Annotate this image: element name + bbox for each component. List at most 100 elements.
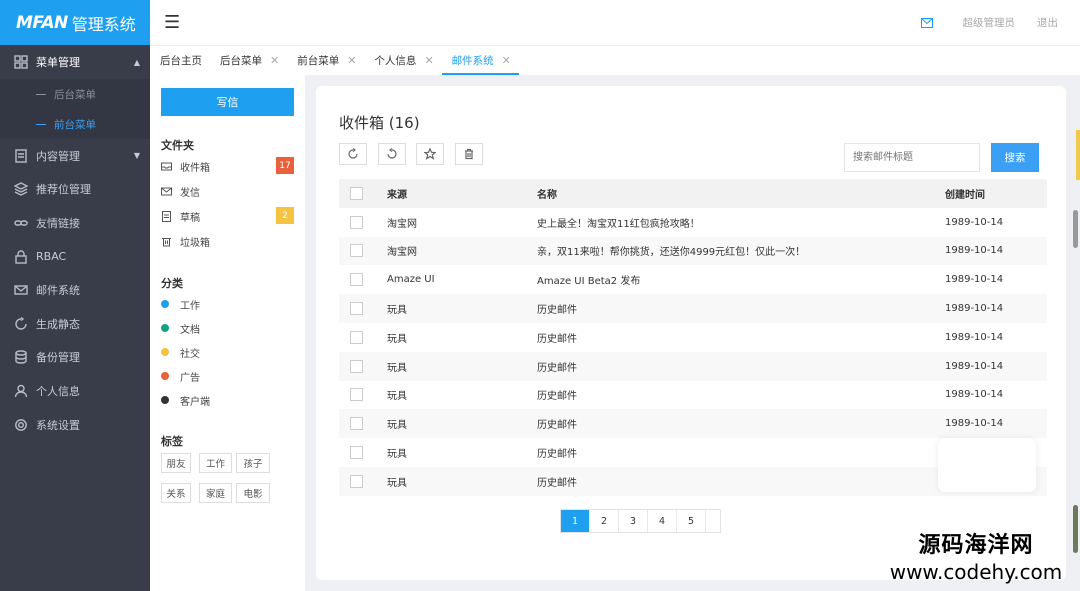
sidebar-item[interactable]: 邮件系统 [0, 273, 150, 307]
table-row[interactable]: 淘宝网 亲，双11来啦！帮你挑货，还送你4999元红包！仅此一次！ 1989-10-… [339, 236, 1047, 266]
sidebar-item[interactable]: 备份管理 [0, 341, 150, 375]
tab[interactable]: 后台主页 [150, 46, 210, 75]
cell-name[interactable]: 历史邮件 [537, 445, 577, 460]
cell-source: 淘宝网 [387, 247, 417, 259]
tag-chip[interactable]: 电影 [236, 483, 270, 503]
sidebar-item[interactable]: 菜单管理 ▲ [0, 45, 150, 79]
table-header: 来源 名称 创建时间 [339, 179, 1047, 208]
table-row[interactable]: 玩具 历史邮件 1989-10-14 [339, 294, 1047, 323]
scrollbar-thumb[interactable] [1073, 210, 1078, 248]
tab-label: 后台主页 [160, 55, 202, 67]
refresh-button[interactable] [339, 143, 367, 165]
cell-name[interactable]: 历史邮件 [537, 330, 577, 345]
submenu-item[interactable]: 后台菜单 [0, 79, 150, 109]
cell-name[interactable]: 历史邮件 [537, 416, 577, 431]
page-button[interactable]: 3 [619, 510, 648, 532]
tag-chip[interactable]: 工作 [199, 453, 232, 473]
sidebar-item-label: 菜单管理 [36, 56, 80, 69]
layers-icon [14, 182, 28, 197]
row-checkbox[interactable] [350, 215, 363, 229]
close-icon[interactable]: ✕ [502, 54, 511, 67]
sidebar-item[interactable]: 系统设置 [0, 408, 150, 442]
category-item[interactable]: 广告 [161, 367, 200, 385]
row-checkbox[interactable] [350, 417, 363, 431]
brand[interactable]: MFAN 管理系统 [0, 0, 150, 45]
table-row[interactable]: 玩具 历史邮件 1989-10-14 [339, 381, 1047, 410]
row-checkbox[interactable] [350, 330, 363, 344]
folder-item[interactable]: 垃圾箱 [161, 231, 294, 251]
cell-date: 1989-10-14 [945, 274, 1004, 286]
cell-name[interactable]: 历史邮件 [537, 301, 577, 316]
tab[interactable]: 后台菜单 ✕ [210, 46, 287, 75]
row-checkbox[interactable] [350, 302, 363, 316]
submenu-item[interactable]: 前台菜单 [0, 109, 150, 139]
mail-icon[interactable] [920, 17, 933, 28]
folder-item[interactable]: 草稿 2 [161, 206, 294, 226]
category-item[interactable]: 工作 [161, 295, 200, 313]
page-button[interactable]: 1 [561, 510, 590, 532]
cell-name[interactable]: 历史邮件 [537, 474, 577, 489]
category-label: 文档 [180, 324, 200, 336]
logout-link[interactable]: 退出 [1037, 15, 1058, 30]
row-checkbox[interactable] [350, 244, 363, 258]
compose-button[interactable]: 写信 [161, 88, 294, 116]
table-row[interactable]: 玩具 历史邮件 1989-10-14 [339, 351, 1047, 381]
dot-icon [161, 300, 169, 308]
table-row[interactable]: 玩具 历史邮件 1989-10-14 [339, 409, 1047, 439]
column-name: 名称 [537, 189, 557, 201]
table-row[interactable]: 淘宝网 史上最全！淘宝双11红包疯抢攻略！ 1989-10-14 [339, 208, 1047, 237]
tab-label: 后台菜单 [220, 55, 262, 67]
reload-button[interactable] [378, 143, 406, 165]
user-link[interactable]: 超级管理员 [963, 15, 1016, 30]
category-item[interactable]: 客户端 [161, 391, 210, 409]
row-checkbox[interactable] [350, 388, 363, 402]
page-button[interactable] [706, 510, 720, 532]
sidebar-item[interactable]: 个人信息 [0, 374, 150, 408]
select-all-checkbox[interactable] [350, 186, 363, 200]
page-button[interactable]: 2 [590, 510, 619, 532]
sidebar-item[interactable]: 推荐位管理 [0, 173, 150, 207]
row-checkbox[interactable] [350, 446, 363, 460]
cell-name[interactable]: 历史邮件 [537, 359, 577, 374]
brand-logo: MFAN [16, 12, 68, 33]
row-checkbox[interactable] [350, 474, 363, 488]
envelope-icon [161, 187, 172, 195]
star-button[interactable] [416, 143, 444, 165]
tab-bar: 后台主页 后台菜单 ✕ 前台菜单 ✕ 个人信息 ✕ 邮件系统 ✕ [150, 45, 1080, 75]
close-icon[interactable]: ✕ [347, 54, 356, 67]
row-checkbox[interactable] [350, 273, 363, 287]
tab[interactable]: 邮件系统 ✕ [441, 46, 520, 75]
gear-icon [14, 418, 28, 432]
tag-chip[interactable]: 家庭 [199, 483, 232, 503]
row-checkbox[interactable] [350, 359, 363, 373]
folder-item[interactable]: 收件箱 17 [161, 156, 294, 176]
sidebar-item[interactable]: 友情链接 [0, 206, 150, 240]
cell-name[interactable]: 史上最全！淘宝双11红包疯抢攻略！ [537, 215, 700, 230]
tab-label: 前台菜单 [297, 55, 340, 67]
search-button[interactable]: 搜索 [991, 143, 1039, 172]
sidebar-item[interactable]: 内容管理 ▼ [0, 139, 150, 173]
search-input[interactable] [844, 143, 980, 172]
tab[interactable]: 个人信息 ✕ [364, 46, 441, 75]
table-row[interactable]: 玩具 历史邮件 1989-10-14 [339, 323, 1047, 352]
folder-item[interactable]: 发信 [161, 181, 294, 201]
tag-chip[interactable]: 朋友 [161, 453, 191, 473]
page-button[interactable]: 5 [677, 510, 706, 532]
tag-chip[interactable]: 孩子 [236, 453, 270, 473]
sidebar-item[interactable]: RBAC [0, 240, 150, 274]
cell-name[interactable]: Amaze UI Beta2 发布 [537, 272, 640, 287]
cell-name[interactable]: 亲，双11来啦！帮你挑货，还送你4999元红包！仅此一次！ [537, 243, 805, 258]
page-button[interactable]: 4 [648, 510, 677, 532]
close-icon[interactable]: ✕ [270, 54, 279, 67]
close-icon[interactable]: ✕ [424, 54, 433, 67]
hamburger-menu-icon[interactable]: ☰ [164, 12, 180, 33]
sidebar-item[interactable]: 生成静态 [0, 307, 150, 341]
delete-button[interactable] [455, 143, 483, 165]
tag-chip[interactable]: 关系 [161, 483, 191, 503]
table-row[interactable]: Amaze UI Amaze UI Beta2 发布 1989-10-14 [339, 265, 1047, 294]
category-item[interactable]: 社交 [161, 343, 200, 361]
tab[interactable]: 前台菜单 ✕ [287, 46, 364, 75]
cell-date: 1989-10-14 [945, 360, 1004, 372]
cell-name[interactable]: 历史邮件 [537, 387, 577, 402]
category-item[interactable]: 文档 [161, 319, 200, 337]
